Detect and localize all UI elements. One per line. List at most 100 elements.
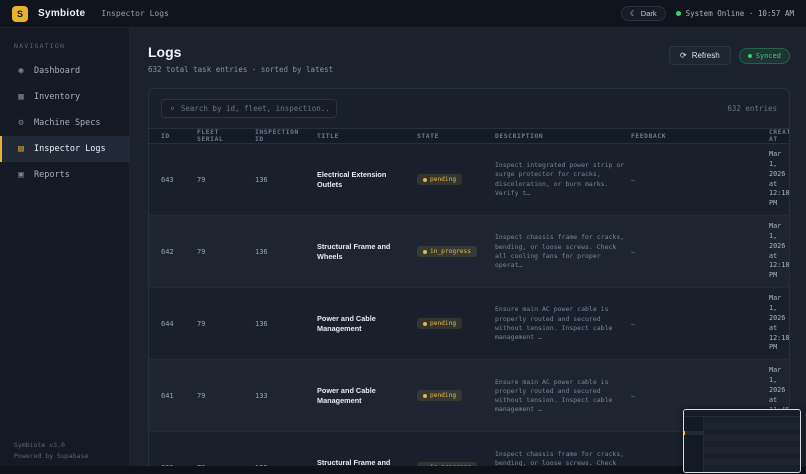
preview-body — [684, 417, 800, 473]
app-logo: S — [12, 6, 28, 22]
cell-inspection-id: 136 — [255, 320, 311, 328]
refresh-button[interactable]: ⟳ Refresh — [669, 46, 731, 65]
cell-title: Structural Frame and Wheels — [317, 242, 411, 261]
sidebar-footer: Symbiote v3.0 Powered by Supabase — [14, 440, 88, 462]
table-row[interactable]: 642 79 136 Structural Frame and Wheels i… — [149, 216, 789, 288]
sidebar-item-label: Dashboard — [34, 66, 80, 76]
preview-table-rows — [704, 417, 800, 473]
column-header-inspection-id: INSPECTION ID — [255, 129, 311, 143]
theme-toggle-label: Dark — [641, 9, 657, 18]
column-header-title: TITLE — [317, 133, 411, 140]
state-badge: pending — [417, 390, 462, 401]
sidebar-item-machine-specs[interactable]: ⚙ Machine Specs — [0, 110, 129, 136]
synced-badge: Synced — [739, 48, 790, 64]
cell-state: pending — [417, 390, 489, 401]
app-window: S Symbiote Inspector Logs ☾ Dark System … — [0, 0, 806, 474]
search-input[interactable] — [181, 104, 328, 113]
page-title: Logs — [148, 44, 333, 60]
cell-description: Ensure main AC power cable is properly r… — [495, 378, 625, 414]
cell-description: Inspect integrated power strip or surge … — [495, 161, 625, 197]
system-status-text: System Online · 10:57 AM — [686, 9, 794, 18]
cell-id: 642 — [161, 248, 191, 256]
cell-inspection-id: 136 — [255, 248, 311, 256]
state-badge: pending — [417, 318, 462, 329]
column-header-created-at: CREATED AT — [769, 129, 790, 143]
cell-state: pending — [417, 174, 489, 185]
cell-state: in_progress — [417, 246, 489, 257]
system-status: System Online · 10:57 AM — [676, 9, 794, 18]
online-dot-icon — [676, 11, 681, 16]
header-actions: ⟳ Refresh Synced — [669, 46, 790, 65]
theme-toggle-button[interactable]: ☾ Dark — [621, 6, 666, 21]
page-subtitle: 632 total task entries · sorted by lates… — [148, 65, 333, 74]
cell-inspection-id: 133 — [255, 392, 311, 400]
entries-count: 632 entries — [727, 104, 777, 113]
cell-feedback: – — [631, 176, 763, 184]
cell-created-at: Mar 1, 2026 at 12:18 PM — [769, 222, 789, 281]
sidebar-item-inspector-logs[interactable]: ▤ Inspector Logs — [0, 136, 129, 162]
main-content: Logs 632 total task entries · sorted by … — [130, 28, 806, 474]
refresh-icon: ⟳ — [680, 51, 687, 60]
sidebar-item-label: Machine Specs — [34, 118, 101, 128]
sidebar-item-label: Inspector Logs — [34, 144, 106, 154]
gear-icon: ⚙ — [16, 118, 26, 128]
powered-by: Powered by Supabase — [14, 451, 88, 462]
column-header-fleet-serial: FLEET SERIAL — [197, 129, 249, 143]
top-bar: S Symbiote Inspector Logs ☾ Dark System … — [0, 0, 806, 28]
column-header-feedback: FEEDBACK — [631, 133, 763, 140]
cell-created-at: Mar 1, 2026 at 12:18 PM — [769, 294, 789, 353]
cell-created-at: Mar 1, 2026 at 12:18 PM — [769, 150, 789, 209]
list-icon: ▤ — [16, 144, 26, 154]
cell-id: 644 — [161, 320, 191, 328]
search-icon: ⌕ — [170, 104, 175, 113]
sidebar: NAVIGATION ◉ Dashboard ▦ Inventory ⚙ Mac… — [0, 28, 130, 474]
cell-fleet-serial: 79 — [197, 176, 249, 184]
column-header-id: ID — [161, 133, 191, 140]
cell-id: 643 — [161, 176, 191, 184]
preview-active-item — [684, 431, 703, 435]
state-badge: in_progress — [417, 246, 477, 257]
breadcrumb: Inspector Logs — [101, 9, 168, 18]
cell-description: Ensure main AC power cable is properly r… — [495, 305, 625, 341]
cell-state: pending — [417, 318, 489, 329]
cell-fleet-serial: 79 — [197, 392, 249, 400]
cell-id: 641 — [161, 392, 191, 400]
report-icon: ▣ — [16, 170, 26, 180]
sidebar-item-inventory[interactable]: ▦ Inventory — [0, 84, 129, 110]
cell-title: Electrical Extension Outlets — [317, 170, 411, 189]
state-badge: pending — [417, 174, 462, 185]
cell-description: Inspect chassis frame for cracks, bendin… — [495, 233, 625, 269]
card-toolbar: ⌕ 632 entries — [149, 89, 789, 128]
app-version: Symbiote v3.0 — [14, 440, 88, 451]
cell-feedback: – — [631, 392, 763, 400]
sidebar-item-reports[interactable]: ▣ Reports — [0, 162, 129, 188]
moon-icon: ☾ — [630, 9, 637, 18]
cell-inspection-id: 136 — [255, 176, 311, 184]
refresh-label: Refresh — [692, 51, 720, 60]
table-header: ID FLEET SERIAL INSPECTION ID TITLE STAT… — [149, 128, 789, 144]
table-row[interactable]: 644 79 136 Power and Cable Management pe… — [149, 288, 789, 360]
preview-topbar — [684, 410, 800, 417]
page-header: Logs 632 total task entries · sorted by … — [148, 44, 790, 74]
cell-feedback: – — [631, 248, 763, 256]
cell-feedback: – — [631, 320, 763, 328]
search-box[interactable]: ⌕ — [161, 99, 337, 118]
table-row[interactable]: 643 79 136 Electrical Extension Outlets … — [149, 144, 789, 216]
sidebar-item-dashboard[interactable]: ◉ Dashboard — [0, 58, 129, 84]
sidebar-section-label: NAVIGATION — [0, 38, 129, 58]
inventory-icon: ▦ — [16, 92, 26, 102]
cell-fleet-serial: 79 — [197, 248, 249, 256]
cell-title: Power and Cable Management — [317, 386, 411, 405]
preview-sidebar — [684, 417, 704, 473]
screen-preview-overlay[interactable] — [683, 409, 801, 473]
synced-dot-icon — [748, 54, 752, 58]
synced-label: Synced — [756, 52, 781, 60]
column-header-description: DESCRIPTION — [495, 133, 625, 140]
sidebar-item-label: Inventory — [34, 92, 80, 102]
sidebar-item-label: Reports — [34, 170, 70, 180]
body-row: NAVIGATION ◉ Dashboard ▦ Inventory ⚙ Mac… — [0, 28, 806, 474]
dashboard-icon: ◉ — [16, 66, 26, 76]
column-header-state: STATE — [417, 133, 489, 140]
cell-fleet-serial: 79 — [197, 320, 249, 328]
cell-title: Power and Cable Management — [317, 314, 411, 333]
